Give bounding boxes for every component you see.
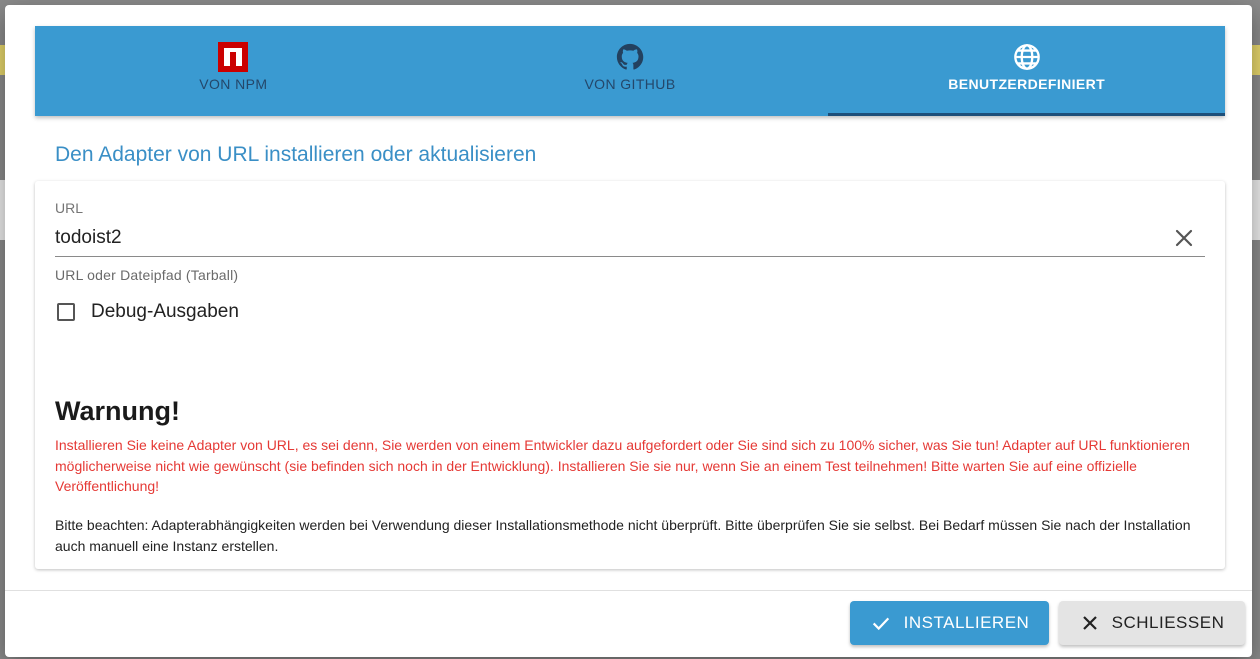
url-input[interactable] <box>55 223 1155 253</box>
github-icon <box>615 42 645 72</box>
backdrop-fragment <box>1252 45 1260 75</box>
warning-text: Installieren Sie keine Adapter von URL, … <box>55 437 1190 494</box>
npm-icon <box>218 42 249 72</box>
clear-url-button[interactable] <box>1171 225 1197 251</box>
tab-custom[interactable]: BENUTZERDEFINIERT <box>828 26 1225 116</box>
tab-npm-label: VON NPM <box>199 76 268 92</box>
url-field-helper: URL oder Dateipfad (Tarball) <box>55 267 239 283</box>
install-button-label: INSTALLIEREN <box>903 613 1030 632</box>
note-text: Bitte beachten: Adapterabhängigkeiten we… <box>55 517 1191 554</box>
globe-icon <box>1013 42 1041 72</box>
url-field-underline <box>55 256 1205 257</box>
debug-checkbox-row[interactable]: Debug-Ausgaben <box>55 301 239 323</box>
warning-title: Warnung! <box>55 396 180 426</box>
tab-github[interactable]: VON GITHUB <box>432 26 829 116</box>
check-icon <box>870 612 892 634</box>
tab-github-label: VON GITHUB <box>584 76 676 92</box>
footer-divider <box>5 590 1252 591</box>
source-tabs: VON NPM VON GITHUB BENUTZERDEFINIERT <box>35 26 1225 116</box>
debug-checkbox-label: Debug-Ausgaben <box>91 301 239 322</box>
tab-npm[interactable]: VON NPM <box>35 26 432 116</box>
close-icon <box>1175 229 1193 247</box>
url-field-label: URL <box>55 200 84 216</box>
backdrop-fragment <box>1252 180 1260 240</box>
install-button[interactable]: INSTALLIEREN <box>850 601 1049 645</box>
close-button[interactable]: SCHLIESSEN <box>1059 601 1245 645</box>
debug-checkbox[interactable] <box>57 303 75 321</box>
install-custom-dialog: VON NPM VON GITHUB BENUTZERDEFINIERT Den… <box>5 5 1252 657</box>
close-icon <box>1080 613 1100 633</box>
tab-custom-label: BENUTZERDEFINIERT <box>948 76 1106 92</box>
section-title: Den Adapter von URL installieren oder ak… <box>55 143 537 166</box>
close-button-label: SCHLIESSEN <box>1111 613 1225 632</box>
url-install-card: URL URL oder Dateipfad (Tarball) Debug-A… <box>35 181 1225 569</box>
